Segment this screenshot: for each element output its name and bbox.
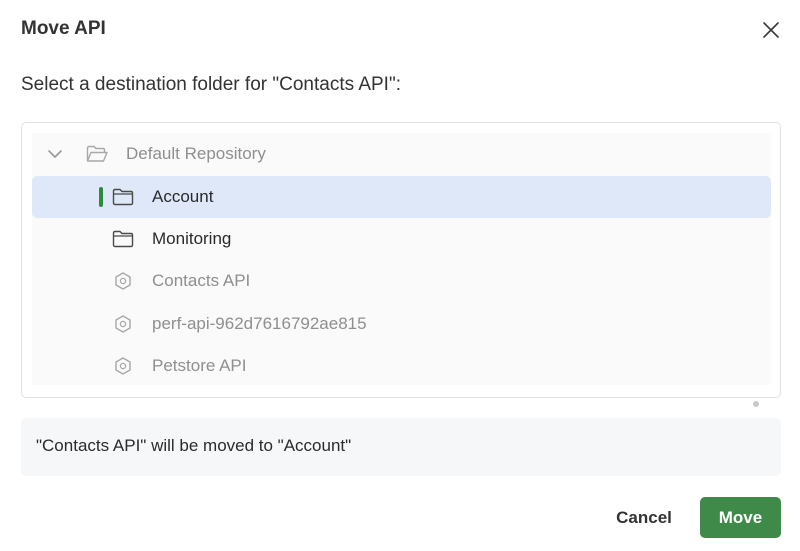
tree-item-label: perf-api-962d7616792ae815 <box>152 314 367 333</box>
move-notice-text: "Contacts API" will be moved to "Account… <box>36 436 352 455</box>
folder-icon <box>112 186 134 208</box>
cancel-button[interactable]: Cancel <box>600 498 688 538</box>
tree-item-perf-api: perf-api-962d7616792ae815 <box>32 303 771 345</box>
tree-item-monitoring[interactable]: Monitoring <box>32 218 771 260</box>
tree-item-petstore-api: Petstore API <box>32 345 771 387</box>
tree-root-default-repository[interactable]: Default Repository <box>32 133 771 175</box>
dialog-title: Move API <box>21 18 106 39</box>
tree-item-contacts-api: Contacts API <box>32 260 771 302</box>
close-icon <box>763 22 779 38</box>
api-hexagon-icon <box>112 313 134 335</box>
move-button[interactable]: Move <box>700 497 781 538</box>
folder-open-icon <box>86 143 108 165</box>
move-notice: "Contacts API" will be moved to "Account… <box>21 418 781 476</box>
move-api-dialog: Move API Select a destination folder for… <box>0 0 800 551</box>
tree-item-label: Monitoring <box>152 229 232 248</box>
chevron-down-icon[interactable] <box>46 145 64 163</box>
tree-item-label: Contacts API <box>152 271 251 290</box>
api-hexagon-icon <box>112 270 134 292</box>
api-hexagon-icon <box>112 355 134 377</box>
tree-item-account[interactable]: Account <box>32 176 771 218</box>
folder-icon <box>112 228 134 250</box>
selection-marker <box>99 187 103 207</box>
dialog-prompt: Select a destination folder for "Contact… <box>21 74 401 95</box>
tree-item-label: Account <box>152 187 214 206</box>
folder-tree-list: Default Repository Account Monitoring Co… <box>32 133 771 385</box>
folder-tree: Default Repository Account Monitoring Co… <box>21 122 781 407</box>
close-button[interactable] <box>758 17 784 43</box>
scrollbar-indicator[interactable] <box>753 401 759 407</box>
tree-item-label: Petstore API <box>152 356 247 375</box>
tree-root-label: Default Repository <box>126 144 266 163</box>
